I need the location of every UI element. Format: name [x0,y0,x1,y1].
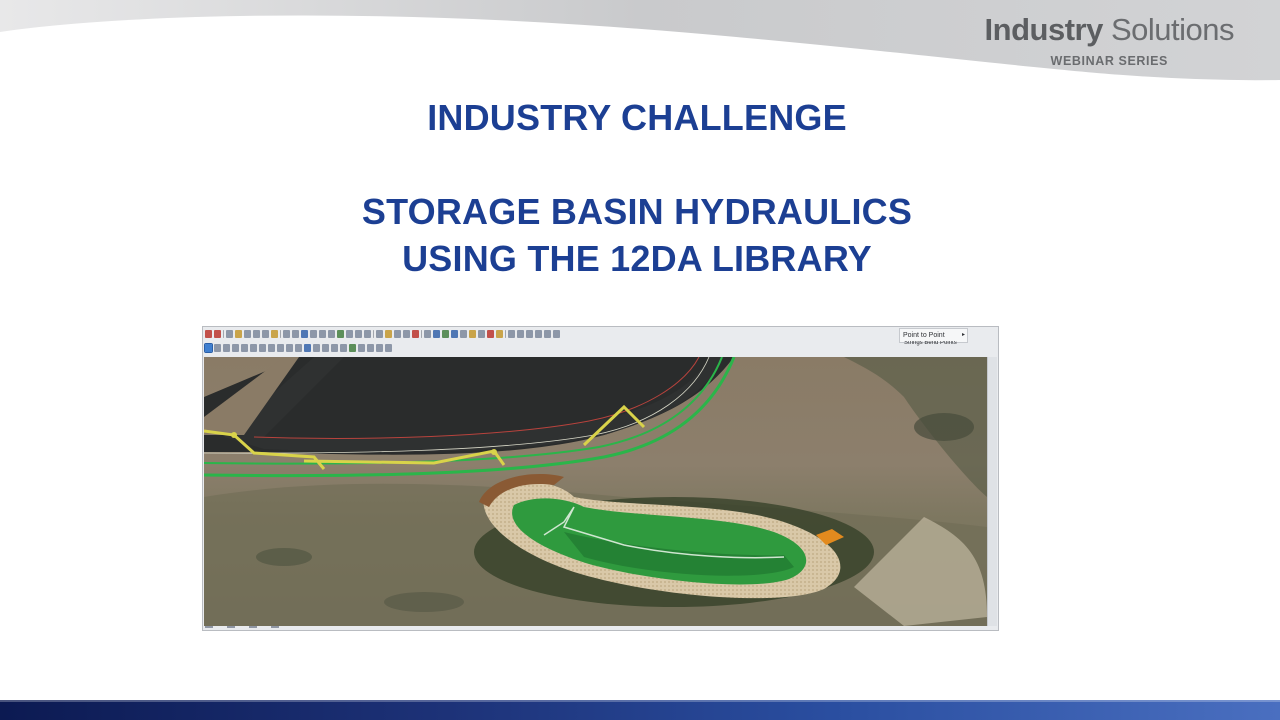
toolbar-icon[interactable] [403,330,410,338]
select-tool-icon[interactable] [204,343,213,353]
toolbar-icon[interactable] [340,344,347,352]
yellow-node [231,432,237,438]
toolbar-icon[interactable] [553,330,560,338]
toolbar-icon[interactable] [385,344,392,352]
toolbar-icon[interactable] [535,330,542,338]
toolbar-icon[interactable] [385,330,392,338]
toolbar-icon[interactable] [424,330,431,338]
toolbar-icon[interactable] [358,344,365,352]
vertical-scrollbar[interactable] [987,357,997,626]
toolbar-icon[interactable] [349,344,356,352]
mode-dropdown-label: Point to Point [903,332,945,339]
toolbar-separator [373,330,374,338]
status-indicator [271,626,279,628]
toolbar-icon[interactable] [469,330,476,338]
toolbar-icon[interactable] [319,330,326,338]
toolbar-icon[interactable] [331,344,338,352]
toolbar-icon[interactable] [460,330,467,338]
toolbar-icon[interactable] [295,344,302,352]
brand-name: Industry Solutions [984,12,1235,47]
main-toolbar [205,329,765,340]
toolbar-icon[interactable] [322,344,329,352]
status-indicator [205,626,213,628]
toolbar-icon[interactable] [478,330,485,338]
mode-dropdown-secondary[interactable]: Strings Bend Points [901,341,968,346]
shrub [384,592,464,612]
toolbar-separator [223,330,224,338]
footer-bar [0,700,1280,720]
toolbar-icon[interactable] [526,330,533,338]
toolbar-icon[interactable] [346,330,353,338]
toolbar-separator [280,330,281,338]
toolbar-icon[interactable] [301,330,308,338]
toolbar-icon[interactable] [232,344,239,352]
toolbar-icon[interactable] [214,344,221,352]
brand-tagline: WEBINAR SERIES [1050,54,1168,68]
status-indicator [227,626,235,628]
toolbar-icon[interactable] [517,330,524,338]
toolbar-icon[interactable] [214,330,221,338]
toolbar-icon[interactable] [337,330,344,338]
toolbar-icon[interactable] [226,330,233,338]
toolbar-icon[interactable] [286,344,293,352]
view-toolbar [204,343,425,354]
toolbar-icon[interactable] [433,330,440,338]
app-window: Point to Point ▸ Strings Bend Points [202,326,999,631]
toolbar-icon[interactable] [313,344,320,352]
toolbar-icon[interactable] [508,330,515,338]
toolbar-icon[interactable] [376,344,383,352]
status-indicator [249,626,257,628]
shrub [914,413,974,441]
shrub [256,548,312,566]
toolbar-icon[interactable] [250,344,257,352]
toolbar-icon[interactable] [394,330,401,338]
3d-model-viewport[interactable] [204,357,987,626]
toolbar-icon[interactable] [259,344,266,352]
toolbar-icon[interactable] [328,330,335,338]
toolbar-icon[interactable] [364,330,371,338]
brand-logo: Industry Solutions WEBINAR SERIES [984,12,1235,68]
toolbar-icon[interactable] [544,330,551,338]
toolbar-icon[interactable] [310,330,317,338]
toolbar-icon[interactable] [355,330,362,338]
toolbar-icon[interactable] [271,330,278,338]
toolbar-icon[interactable] [262,330,269,338]
toolbar-icon[interactable] [304,344,311,352]
toolbar-icon[interactable] [412,330,419,338]
toolbar-separator [505,330,506,338]
toolbar-icon[interactable] [223,344,230,352]
toolbar-icon[interactable] [376,330,383,338]
yellow-node [491,449,497,455]
toolbar-icon[interactable] [268,344,275,352]
slide-subtitle-line2: USING THE 12DA LIBRARY [402,238,872,279]
toolbar-icon[interactable] [451,330,458,338]
toolbar-icon[interactable] [205,330,212,338]
toolbar-icon[interactable] [283,330,290,338]
toolbar-icon[interactable] [367,344,374,352]
toolbar-icon[interactable] [292,330,299,338]
zoom-icon[interactable] [277,344,284,352]
slide-heading: INDUSTRY CHALLENGE [427,97,847,138]
slide-subtitle-line1: STORAGE BASIN HYDRAULICS [361,191,913,232]
toolbar-icon[interactable] [253,330,260,338]
toolbar-icon[interactable] [496,330,503,338]
toolbar-icon[interactable] [235,330,242,338]
toolbar-icon[interactable] [487,330,494,338]
toolbar-separator [421,330,422,338]
toolbar-icon[interactable] [244,330,251,338]
toolbar-icon[interactable] [442,330,449,338]
zoom-icon[interactable] [241,344,248,352]
status-bar [205,624,325,630]
